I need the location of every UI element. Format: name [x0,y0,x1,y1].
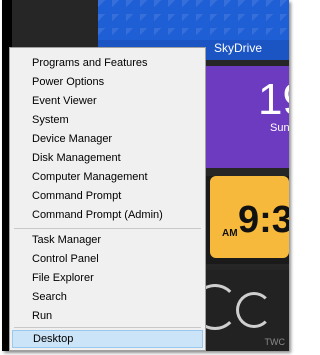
menu-item-system[interactable]: System [12,111,203,129]
menu-item-computer-management[interactable]: Computer Management [12,168,203,186]
menu-item-control-panel[interactable]: Control Panel [12,250,203,268]
menu-item-event-viewer[interactable]: Event Viewer [12,92,203,110]
power-user-context-menu: Programs and Features Power Options Even… [9,47,206,351]
menu-item-desktop[interactable]: Desktop [12,330,203,348]
menu-item-command-prompt[interactable]: Command Prompt [12,187,203,205]
menu-item-device-manager[interactable]: Device Manager [12,130,203,148]
calendar-day-number: 19 [258,75,289,124]
clock-am: AM [222,228,238,239]
screenshot-frame: SkyDrive 19 Sun AM 9:3 TWC Programs and … [2,0,289,351]
menu-item-command-prompt-admin[interactable]: Command Prompt (Admin) [12,206,203,224]
calendar-day-name: Sun [270,122,289,134]
menu-item-file-explorer[interactable]: File Explorer [12,269,203,287]
skydrive-pattern [98,0,289,40]
watermark: TWC [264,337,286,347]
clock-time: 9:3 [238,199,289,241]
menu-item-run[interactable]: Run [12,307,203,325]
clock-tile[interactable]: AM 9:3 [202,176,289,264]
menu-item-programs-and-features[interactable]: Programs and Features [12,54,203,72]
calendar-tile[interactable]: 19 Sun [202,66,289,168]
menu-item-disk-management[interactable]: Disk Management [12,149,203,167]
menu-item-power-options[interactable]: Power Options [12,73,203,91]
menu-separator [14,228,201,229]
menu-separator [14,327,201,328]
menu-item-search[interactable]: Search [12,288,203,306]
menu-item-task-manager[interactable]: Task Manager [12,231,203,249]
skydrive-label: SkyDrive [214,41,263,55]
swirl-decoration [236,292,272,328]
